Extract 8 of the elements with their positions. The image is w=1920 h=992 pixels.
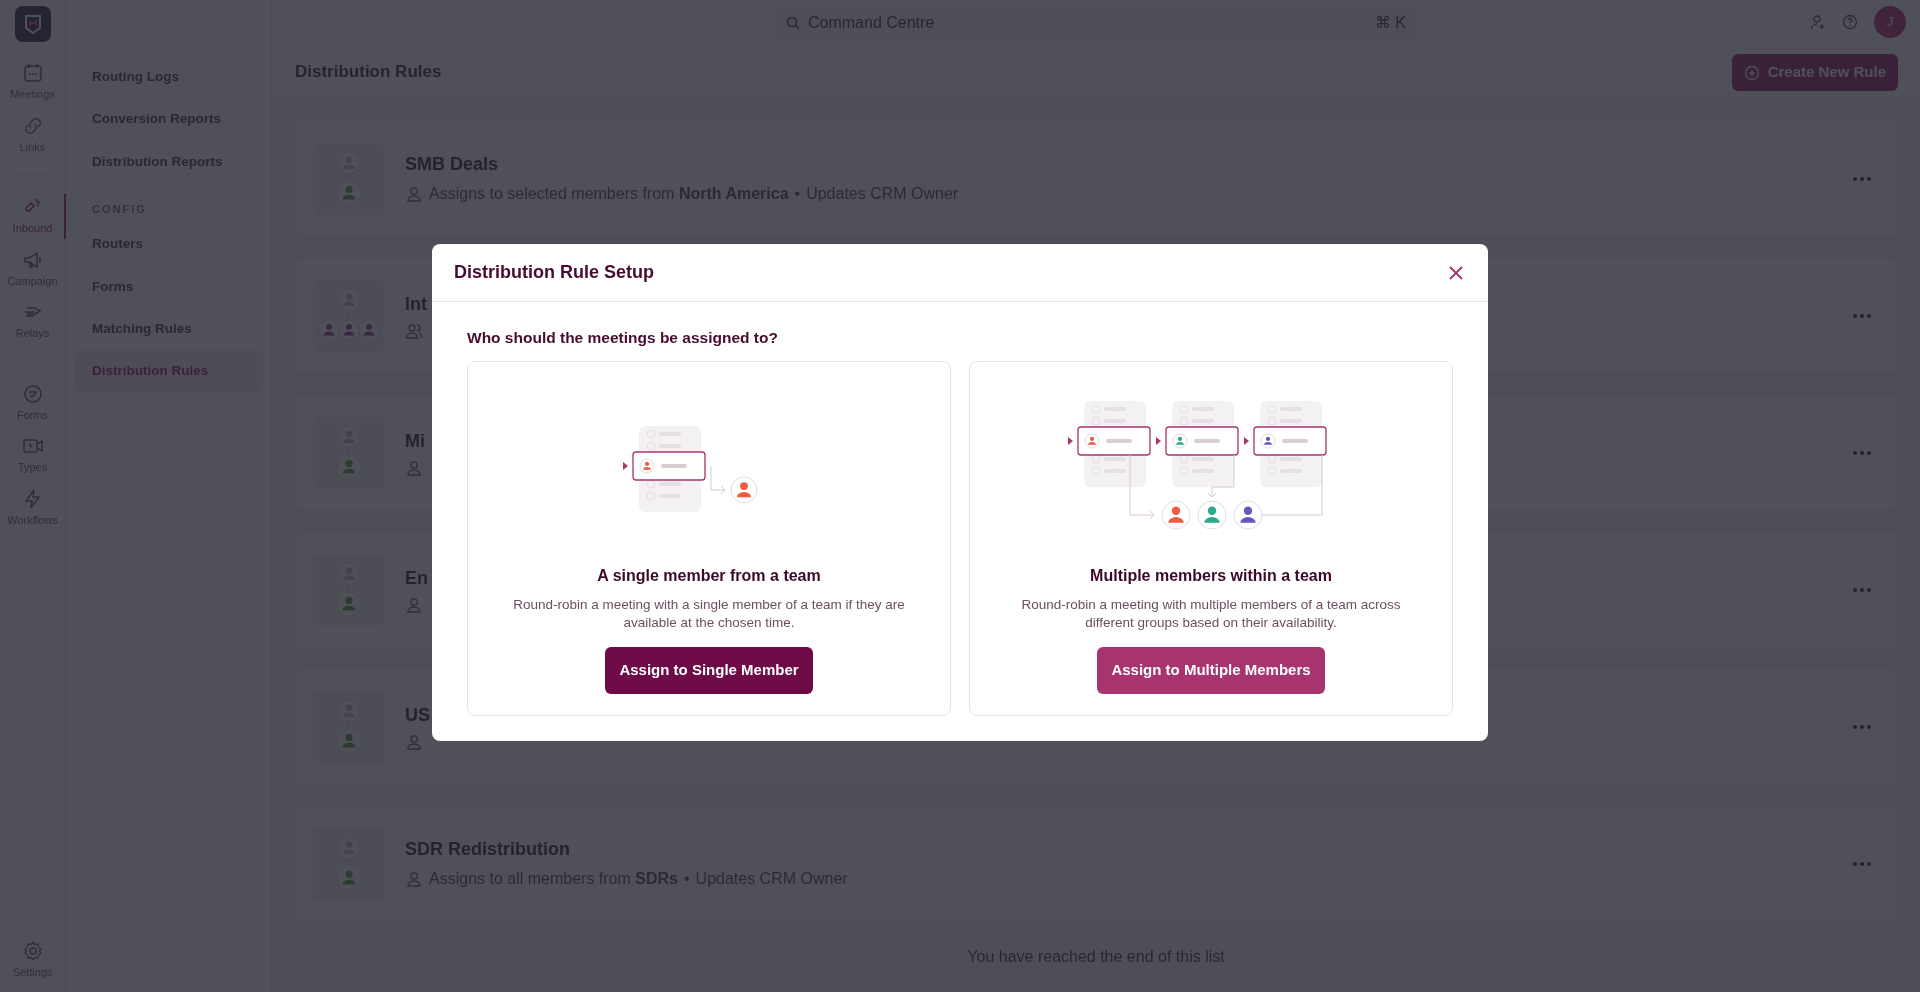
separator-dot: •	[683, 869, 690, 889]
option-title: Multiple members within a team	[1090, 565, 1332, 586]
option-description: Round-robin a meeting with multiple members of a team across different groups based on their availability.	[1020, 595, 1402, 633]
dialog-title: Distribution Rule Setup	[454, 262, 654, 284]
option-description: Round-robin a meeting with a single member of a team if they are available at the chosen time.	[512, 595, 906, 633]
option-title: A single member from a team	[597, 565, 821, 586]
dialog-question: Who should the meetings be assigned to?	[467, 327, 779, 348]
separator-dot: •	[794, 184, 801, 204]
